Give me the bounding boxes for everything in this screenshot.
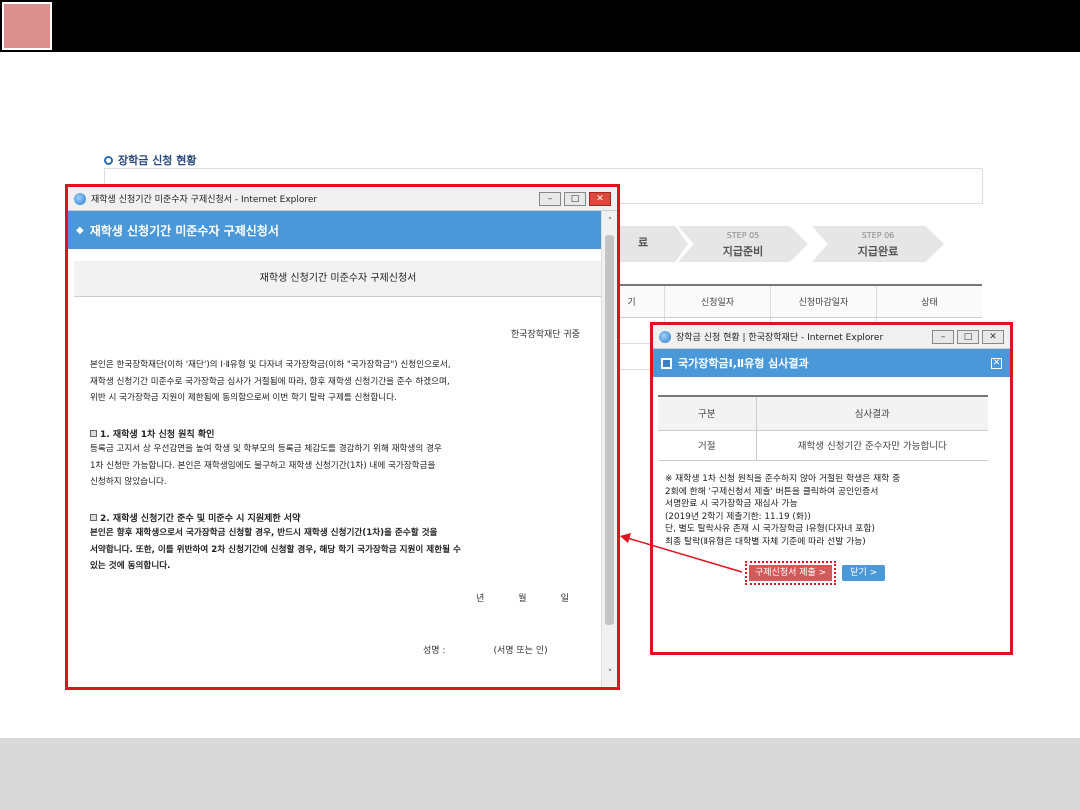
text-line: 등록금 고지서 상 우선감면을 높여 학생 및 학부모의 등록금 체감도를 경감… (90, 444, 442, 454)
column-header: 신청마감일자 (770, 284, 877, 318)
review-result-table: 구분 심사결과 거절 재학생 신청기간 준수자만 가능합니다 (658, 395, 988, 461)
popup-header: ◆ 재학생 신청기간 미준수자 구제신청서 (68, 211, 617, 249)
maximize-button[interactable]: □ (564, 191, 586, 206)
section2-heading: 2. 재학생 신청기간 준수 및 미준수 시 지원제한 서약 (90, 511, 300, 524)
window-titlebar: 재학생 신청기간 미준수자 구제신청서 - Internet Explorer … (68, 187, 617, 211)
result-text: 재학생 신청기간 준수자만 가능합니다 (755, 430, 988, 461)
bullet-square-icon (90, 514, 97, 521)
section-title: 1. 재학생 1차 신청 원칙 확인 (100, 430, 215, 440)
notice-line: (2019년 2학기 제출기한: 11.19 (화)) (665, 511, 811, 522)
notice-line: 서명완료 시 국가장학금 재심사 가능 (665, 499, 798, 509)
scroll-down-icon[interactable]: ˅ (604, 669, 616, 679)
window-titlebar: 장학금 신청 현황 | 한국장학재단 - Internet Explorer –… (653, 325, 1010, 349)
result-category: 거절 (658, 430, 756, 461)
text-line: 서약합니다. 또한, 이를 위반하여 2차 신청기간에 신청할 경우, 해당 학… (90, 544, 461, 555)
signature-row: 성명 : (서명 또는 인) (423, 643, 548, 656)
close-window-button[interactable]: ✕ (982, 329, 1004, 344)
section-title: 2. 재학생 신청기간 준수 및 미준수 시 지원제한 서약 (100, 514, 301, 524)
bullet-square-icon (90, 430, 97, 437)
popup-header-text: 재학생 신청기간 미준수자 구제신청서 (89, 223, 279, 238)
text-line: 본인은 향후 재학생으로서 국가장학금 신청할 경우, 반드시 재학생 신청기간… (90, 528, 438, 538)
date-fields: 년 월 일 (476, 591, 569, 604)
text-line: 1차 신청만 가능합니다. 본인은 재학생임에도 불구하고 재학생 신청기간(1… (90, 460, 436, 471)
diamond-icon: ◆ (76, 224, 84, 236)
step-label: 지급준비 (722, 245, 764, 258)
step-label: 지급완료 (857, 245, 899, 258)
step-item: STEP 06 지급완료 (812, 226, 944, 262)
step-progress: 료 STEP 05 지급준비 STEP 06 지급완료 (598, 226, 998, 264)
notice-line: 단, 별도 탈락사유 존재 시 국가장학금 Ⅰ유형(다자녀 포함) (665, 524, 875, 534)
scroll-up-icon[interactable]: ˄ (604, 217, 616, 227)
text-line: 재학생 신청기간 미준수로 국가장학금 심사가 거절됨에 따라, 향후 재학생 … (90, 376, 450, 387)
bullet-circle-icon (104, 155, 113, 165)
window-title: 장학금 신청 현황 | 한국장학재단 - Internet Explorer (676, 333, 884, 343)
scrollbar-thumb[interactable] (605, 235, 614, 625)
table-row: 거절 재학생 신청기간 준수자만 가능합니다 (658, 430, 988, 461)
ie-icon (659, 330, 671, 343)
recipient: 한국장학재단 귀중 (510, 330, 580, 340)
notice-text: ※ 재학생 1차 신청 원칙을 준수하지 않아 거절된 학생은 재학 중 2회에… (665, 473, 1005, 548)
notice-line: ※ 재학생 1차 신청 원칙을 준수하지 않아 거절된 학생은 재학 중 (665, 474, 901, 484)
close-window-button[interactable]: ✕ (589, 191, 611, 206)
review-result-window: 장학금 신청 현황 | 한국장학재단 - Internet Explorer –… (650, 322, 1013, 655)
slide-bottom-bar (0, 738, 1080, 810)
text-line: 있는 것에 동의합니다. (90, 561, 171, 571)
step-number: STEP 05 (726, 231, 760, 240)
section-title-text: 장학금 신청 현황 (118, 154, 197, 167)
text-line: 신청하지 않았습니다. (90, 477, 167, 487)
column-header: 심사결과 (755, 395, 988, 431)
section1-heading: 1. 재학생 1차 신청 원칙 확인 (90, 427, 214, 440)
signature-hint: (서명 또는 인) (493, 646, 548, 656)
step-label: 료 (637, 236, 649, 249)
window-title: 재학생 신청기간 미준수자 구제신청서 - Internet Explorer (91, 195, 318, 205)
close-icon[interactable]: ✕ (991, 357, 1002, 369)
relief-application-window: 재학생 신청기간 미준수자 구제신청서 - Internet Explorer … (65, 184, 620, 690)
month-label: 월 (518, 594, 527, 604)
column-header: 신청일자 (664, 284, 771, 318)
close-button[interactable]: 닫기 > (842, 565, 886, 581)
slide-corner-mark (2, 2, 52, 50)
intro-paragraph: 본인은 한국장학재단(이하 '재단')의 Ⅰ·Ⅱ유형 및 다자녀 국가장학금(이… (90, 357, 580, 407)
ie-icon (74, 192, 86, 205)
popup-header-text: 국가장학금Ⅰ,Ⅱ유형 심사결과 (678, 357, 809, 370)
slide-top-bar (0, 0, 1080, 52)
notice-line: 최종 탈락(Ⅱ유형은 대학별 자체 기준에 따라 선발 가능) (665, 536, 866, 547)
window-square-icon (661, 357, 672, 369)
signature-label: 성명 : (423, 646, 446, 656)
vertical-scrollbar[interactable]: ˄ ˅ (601, 211, 617, 687)
step-number: STEP 06 (861, 231, 895, 240)
minimize-button[interactable]: – (932, 329, 954, 344)
year-label: 년 (476, 594, 485, 604)
text-line: 본인은 한국장학재단(이하 '재단')의 Ⅰ·Ⅱ유형 및 다자녀 국가장학금(이… (90, 360, 451, 370)
arrow-head-icon (620, 533, 631, 543)
document-body: 재학생 신청기간 미준수자 구제신청서 한국장학재단 귀중 본인은 한국장학재단… (68, 249, 604, 687)
action-buttons: 구제신청서 제출 > 닫기 > (744, 561, 886, 585)
popup-header: 국가장학금Ⅰ,Ⅱ유형 심사결과 ✕ (653, 349, 1010, 377)
text-line: 위반 시 국가장학금 지원이 제한됨에 동의함으로써 이번 학기 탈락 구제를 … (90, 393, 397, 403)
section-title: 장학금 신청 현황 (104, 152, 197, 168)
minimize-button[interactable]: – (539, 191, 561, 206)
column-header: 상태 (876, 284, 982, 318)
day-label: 일 (560, 594, 569, 604)
maximize-button[interactable]: □ (957, 329, 979, 344)
notice-line: 2회에 한해 '구제신청서 제출' 버튼을 클릭하여 공인인증서 (665, 486, 879, 497)
submit-relief-button[interactable]: 구제신청서 제출 > (744, 561, 837, 585)
document-title: 재학생 신청기간 미준수자 구제신청서 (74, 261, 602, 297)
section2-paragraph: 본인은 향후 재학생으로서 국가장학금 신청할 경우, 반드시 재학생 신청기간… (90, 525, 580, 575)
step-item: STEP 05 지급준비 (678, 226, 808, 262)
section1-paragraph: 등록금 고지서 상 우선감면을 높여 학생 및 학부모의 등록금 체감도를 경감… (90, 441, 580, 491)
column-header: 구분 (658, 395, 756, 431)
